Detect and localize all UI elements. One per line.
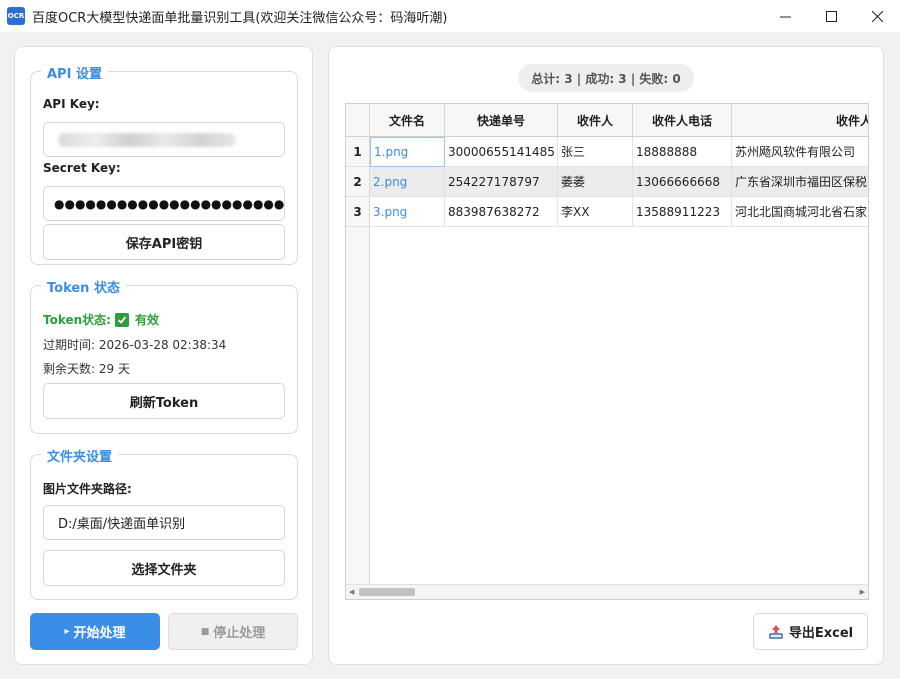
api-key-label: API Key:	[43, 97, 100, 111]
cell-phone[interactable]: 13066666668	[633, 167, 732, 197]
api-key-field[interactable]	[43, 122, 285, 157]
row-number[interactable]: 2	[346, 167, 370, 197]
row-number[interactable]: 3	[346, 197, 370, 227]
token-expire-time: 过期时间: 2026-03-28 02:38:34	[43, 338, 227, 352]
cell-phone[interactable]: 13588911223	[633, 197, 732, 227]
cell-recipient[interactable]: 李XX	[558, 197, 633, 227]
folder-path-field[interactable]: D:/桌面/快递面单识别	[43, 505, 285, 540]
column-header-address[interactable]: 收件人	[732, 104, 868, 137]
app-logo-icon: OCR	[7, 7, 25, 25]
title-bar: OCR 百度OCR大模型快递面单批量识别工具(欢迎关注微信公众号：码海听潮)	[0, 0, 900, 32]
secret-key-value: ●●●●●●●●●●●●●●●●●●●●●●●●●●●●●	[54, 196, 285, 211]
cell-address[interactable]: 广东省深圳市福田区保税	[732, 167, 868, 197]
token-status-row: Token状态: 有效	[43, 311, 159, 328]
maximize-button[interactable]	[808, 0, 854, 32]
stop-processing-button[interactable]: ■ 停止处理	[168, 613, 298, 650]
scrollbar-thumb[interactable]	[359, 588, 415, 596]
column-header-recipient[interactable]: 收件人	[558, 104, 633, 137]
export-excel-button[interactable]: 导出Excel	[753, 613, 868, 650]
cell-recipient[interactable]: 萎萎	[558, 167, 633, 197]
cell-filename[interactable]: 1.png	[370, 137, 445, 167]
column-header-tracking[interactable]: 快递单号	[445, 104, 558, 137]
close-button[interactable]	[854, 0, 900, 32]
cell-filename[interactable]: 3.png	[370, 197, 445, 227]
summary-badge: 总计: 3 | 成功: 3 | 失败: 0	[518, 64, 694, 92]
folder-settings-title: 文件夹设置	[41, 446, 119, 465]
cell-phone[interactable]: 18888888	[633, 137, 732, 167]
cell-filename[interactable]: 2.png	[370, 167, 445, 197]
folder-path-label: 图片文件夹路径:	[43, 482, 132, 496]
minimize-button[interactable]	[762, 0, 808, 32]
row-header-gutter	[346, 227, 370, 584]
play-icon: ▸	[64, 626, 70, 637]
token-status-label: Token状态:	[43, 313, 111, 327]
window-title: 百度OCR大模型快递面单批量识别工具(欢迎关注微信公众号：码海听潮)	[32, 10, 448, 26]
row-number[interactable]: 1	[346, 137, 370, 167]
scroll-left-icon[interactable]: ◀	[349, 588, 354, 596]
window-controls	[762, 0, 900, 32]
stop-processing-label: 停止处理	[213, 626, 266, 641]
export-icon	[768, 624, 783, 639]
api-settings-title: API 设置	[41, 63, 108, 82]
secret-key-field[interactable]: ●●●●●●●●●●●●●●●●●●●●●●●●●●●●●	[43, 186, 285, 221]
cell-tracking[interactable]: 30000655141485	[445, 137, 558, 167]
token-status-title: Token 状态	[41, 277, 126, 296]
token-status-value: 有效	[134, 313, 159, 327]
check-icon	[114, 312, 129, 327]
start-processing-button[interactable]: ▸ 开始处理	[30, 613, 160, 650]
settings-panel: API 设置 API Key: Secret Key: ●●●●●●●●●●●●…	[14, 46, 313, 665]
export-excel-label: 导出Excel	[788, 626, 854, 641]
secret-key-label: Secret Key:	[43, 161, 121, 175]
refresh-token-button[interactable]: 刷新Token	[43, 383, 285, 419]
cell-tracking[interactable]: 883987638272	[445, 197, 558, 227]
column-header-filename[interactable]: 文件名	[370, 104, 445, 137]
cell-recipient[interactable]: 张三	[558, 137, 633, 167]
cell-address[interactable]: 河北北国商城河北省石家	[732, 197, 868, 227]
folder-path-value: D:/桌面/快递面单识别	[58, 517, 186, 532]
results-table[interactable]: 文件名 快递单号 收件人 收件人电话 收件人 1 1.png 300006551…	[345, 103, 869, 600]
maximize-icon	[825, 10, 837, 22]
table-corner[interactable]	[346, 104, 370, 137]
save-api-key-button[interactable]: 保存API密钥	[43, 224, 285, 260]
start-processing-label: 开始处理	[73, 626, 126, 641]
cell-tracking[interactable]: 254227178797	[445, 167, 558, 197]
minimize-icon	[779, 16, 791, 17]
results-panel: 总计: 3 | 成功: 3 | 失败: 0 文件名 快递单号 收件人 收件人电话…	[328, 46, 884, 665]
cell-address[interactable]: 苏州飏风软件有限公司	[732, 137, 868, 167]
horizontal-scrollbar[interactable]: ◀ ▶	[346, 584, 868, 599]
scroll-right-icon[interactable]: ▶	[860, 588, 865, 596]
close-icon	[871, 10, 883, 22]
token-remaining-days: 剩余天数: 29 天	[43, 362, 130, 376]
stop-icon: ■	[200, 626, 210, 637]
select-folder-button[interactable]: 选择文件夹	[43, 550, 285, 586]
column-header-phone[interactable]: 收件人电话	[633, 104, 732, 137]
api-key-masked-value	[58, 132, 236, 147]
